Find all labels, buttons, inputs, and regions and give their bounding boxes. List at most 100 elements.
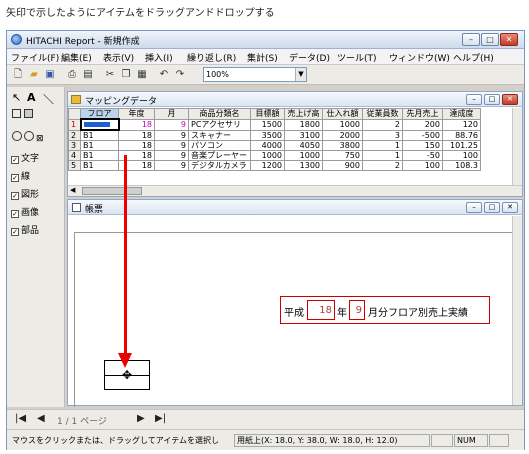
scroll-thumb[interactable] [82, 187, 142, 195]
page-margin-left [74, 232, 75, 407]
first-page-button[interactable]: |◀ [15, 413, 26, 424]
menu-file[interactable]: ファイル(F) [11, 51, 59, 64]
select-tool-icon[interactable]: ↖ [12, 91, 21, 104]
table-row[interactable]: 3 B1 18 9 パソコン 4000 4050 3800 1 150 101.… [68, 140, 481, 151]
year-field[interactable]: 18 [307, 300, 335, 320]
close-button[interactable]: ✕ [500, 33, 518, 46]
prev-page-button[interactable]: ◀ [37, 413, 45, 424]
line-tool-icon[interactable]: ＼ [43, 91, 54, 107]
print-icon[interactable]: ⎙ [65, 68, 79, 82]
scroll-left-icon[interactable]: ◀ [70, 186, 75, 194]
column-header[interactable]: 売上げ高 [284, 108, 323, 120]
toggle-shape[interactable]: ✓ 図形 [11, 187, 39, 200]
app-window: HITACHI Report - 新規作成 – □ ✕ ファイル(F) 編集(E… [6, 30, 525, 450]
table-row[interactable]: 1 18 9 PCアクセサリ 1500 1800 1000 2 200 120 [68, 118, 481, 131]
circle-tool-icon[interactable] [24, 131, 34, 141]
menu-aggregate[interactable]: 集計(S) [247, 51, 278, 64]
undo-icon[interactable]: ↶ [157, 68, 171, 82]
column-header[interactable]: 目標額 [250, 108, 285, 120]
toggle-image[interactable]: ✓ 画像 [11, 205, 39, 218]
mapping-grid: フロア 年度 月 商品分類名 目標額 売上げ高 仕入れ額 従業員数 先月売上 達… [68, 108, 481, 171]
menu-view[interactable]: 表示(V) [103, 51, 134, 64]
toggle-line[interactable]: ✓ 線 [11, 169, 30, 182]
drag-arrow-head-icon [118, 353, 132, 368]
ellipse-tool-icon[interactable] [12, 131, 22, 141]
column-header[interactable]: フロア [80, 108, 119, 120]
window-title: HITACHI Report - 新規作成 [26, 37, 140, 47]
report-close-button[interactable]: ✕ [502, 202, 518, 213]
column-header[interactable]: 仕入れ額 [322, 108, 363, 120]
heading-year-suffix: 年 [337, 308, 347, 319]
polyline-tool-icon[interactable]: ⊠ [36, 134, 44, 144]
instruction-caption: 矢印で示したようにアイテムをドラッグアンドドロップする [6, 8, 275, 19]
cut-icon[interactable]: ✂ [103, 68, 117, 82]
next-page-button[interactable]: ▶ [137, 413, 145, 424]
open-icon[interactable]: ▰ [27, 68, 41, 82]
column-header[interactable]: 従業員数 [362, 108, 403, 120]
mapping-vertical-scrollbar[interactable] [512, 108, 522, 186]
app-icon [11, 34, 22, 45]
menu-repeat[interactable]: 繰り返し(R) [187, 51, 236, 64]
menu-edit[interactable]: 編集(E) [61, 51, 92, 64]
text-tool-icon[interactable]: A [27, 91, 36, 104]
column-header[interactable]: 先月売上 [402, 108, 443, 120]
report-minimize-button[interactable]: – [466, 202, 482, 213]
menu-bar: ファイル(F) 編集(E) 表示(V) 挿入(I) 繰り返し(R) 集計(S) … [7, 49, 524, 65]
page-navigator: |◀ ◀ 1 / 1 ページ ▶ ▶| [7, 409, 524, 429]
check-icon: ✓ [11, 210, 19, 218]
report-heading-box[interactable]: 平成 18 年 9 月分フロア別売上実績 [280, 296, 490, 324]
paste-icon[interactable]: ▦ [135, 68, 149, 82]
redo-icon[interactable]: ↷ [173, 68, 187, 82]
report-title-bar[interactable]: 帳票 – □ ✕ [68, 200, 522, 215]
menu-insert[interactable]: 挿入(I) [145, 51, 173, 64]
mapping-close-button[interactable]: ✕ [502, 94, 518, 105]
menu-tools[interactable]: ツール(T) [337, 51, 377, 64]
report-title: 帳票 [85, 205, 104, 215]
last-page-button[interactable]: ▶| [155, 413, 166, 424]
table-row[interactable]: 5 B1 18 9 デジタルカメラ 1200 1300 900 2 100 10… [68, 160, 481, 171]
mapping-horizontal-scrollbar[interactable]: ◀ [68, 185, 522, 196]
toggle-text[interactable]: ✓ 文字 [11, 151, 39, 164]
month-field[interactable]: 9 [349, 300, 365, 320]
save-icon[interactable]: ▣ [43, 68, 57, 82]
minimize-button[interactable]: – [462, 33, 480, 46]
selected-cell[interactable] [79, 118, 120, 131]
tool-palette: ↖ A ＼ ⊠ ✓ 文字 ✓ 線 ✓ 図形 ✓ 画像 ✓ 部品 [7, 87, 65, 407]
copy-icon[interactable]: ❐ [119, 68, 133, 82]
report-maximize-button[interactable]: □ [484, 202, 500, 213]
zoom-value: 100% [206, 70, 229, 79]
filled-rectangle-tool-icon[interactable] [24, 109, 33, 118]
page-indicator: 1 / 1 ページ [57, 417, 107, 427]
preview-icon[interactable]: ▤ [81, 68, 95, 82]
column-header[interactable]: 月 [154, 108, 189, 120]
title-bar[interactable]: HITACHI Report - 新規作成 – □ ✕ [7, 31, 524, 49]
drag-arrow-line [124, 155, 127, 361]
column-header[interactable]: 年度 [118, 108, 155, 120]
zoom-select[interactable]: 100% ▼ [203, 67, 307, 82]
mapping-minimize-button[interactable]: – [466, 94, 482, 105]
mapping-title-bar[interactable]: マッピングデータ – □ ✕ [68, 92, 522, 107]
status-empty-2 [489, 434, 509, 447]
menu-data[interactable]: データ(D) [289, 51, 330, 64]
maximize-button[interactable]: □ [481, 33, 499, 46]
new-icon[interactable]: 🗋 [11, 68, 25, 82]
column-header[interactable]: 達成度 [442, 108, 481, 120]
page-margin-top [74, 232, 514, 233]
toggle-parts[interactable]: ✓ 部品 [11, 223, 39, 236]
table-row[interactable]: 4 B1 18 9 音楽プレーヤー 1000 1000 750 1 -50 10… [68, 150, 481, 161]
menu-window[interactable]: ウィンドウ(W) [389, 51, 450, 64]
check-icon: ✓ [11, 228, 19, 236]
status-num: NUM [454, 434, 488, 447]
report-vertical-scrollbar[interactable] [512, 216, 522, 405]
table-row[interactable]: 2 B1 18 9 スキャナー 3500 3100 2000 3 -500 88… [68, 129, 481, 141]
grid-header-row: フロア 年度 月 商品分類名 目標額 売上げ高 仕入れ額 従業員数 先月売上 達… [68, 108, 481, 120]
report-canvas[interactable]: 平成 18 年 9 月分フロア別売上実績 ✥ [68, 216, 514, 407]
chevron-down-icon[interactable]: ▼ [295, 68, 306, 81]
menu-help[interactable]: ヘルプ(H) [453, 51, 494, 64]
mapping-maximize-button[interactable]: □ [484, 94, 500, 105]
status-empty [431, 434, 453, 447]
column-header[interactable]: 商品分類名 [188, 108, 251, 120]
rectangle-tool-icon[interactable] [12, 109, 21, 118]
move-cursor-icon: ✥ [122, 368, 133, 382]
status-position: 用紙上(X: 18.0, Y: 38.0, W: 18.0, H: 12.0) [234, 434, 430, 447]
